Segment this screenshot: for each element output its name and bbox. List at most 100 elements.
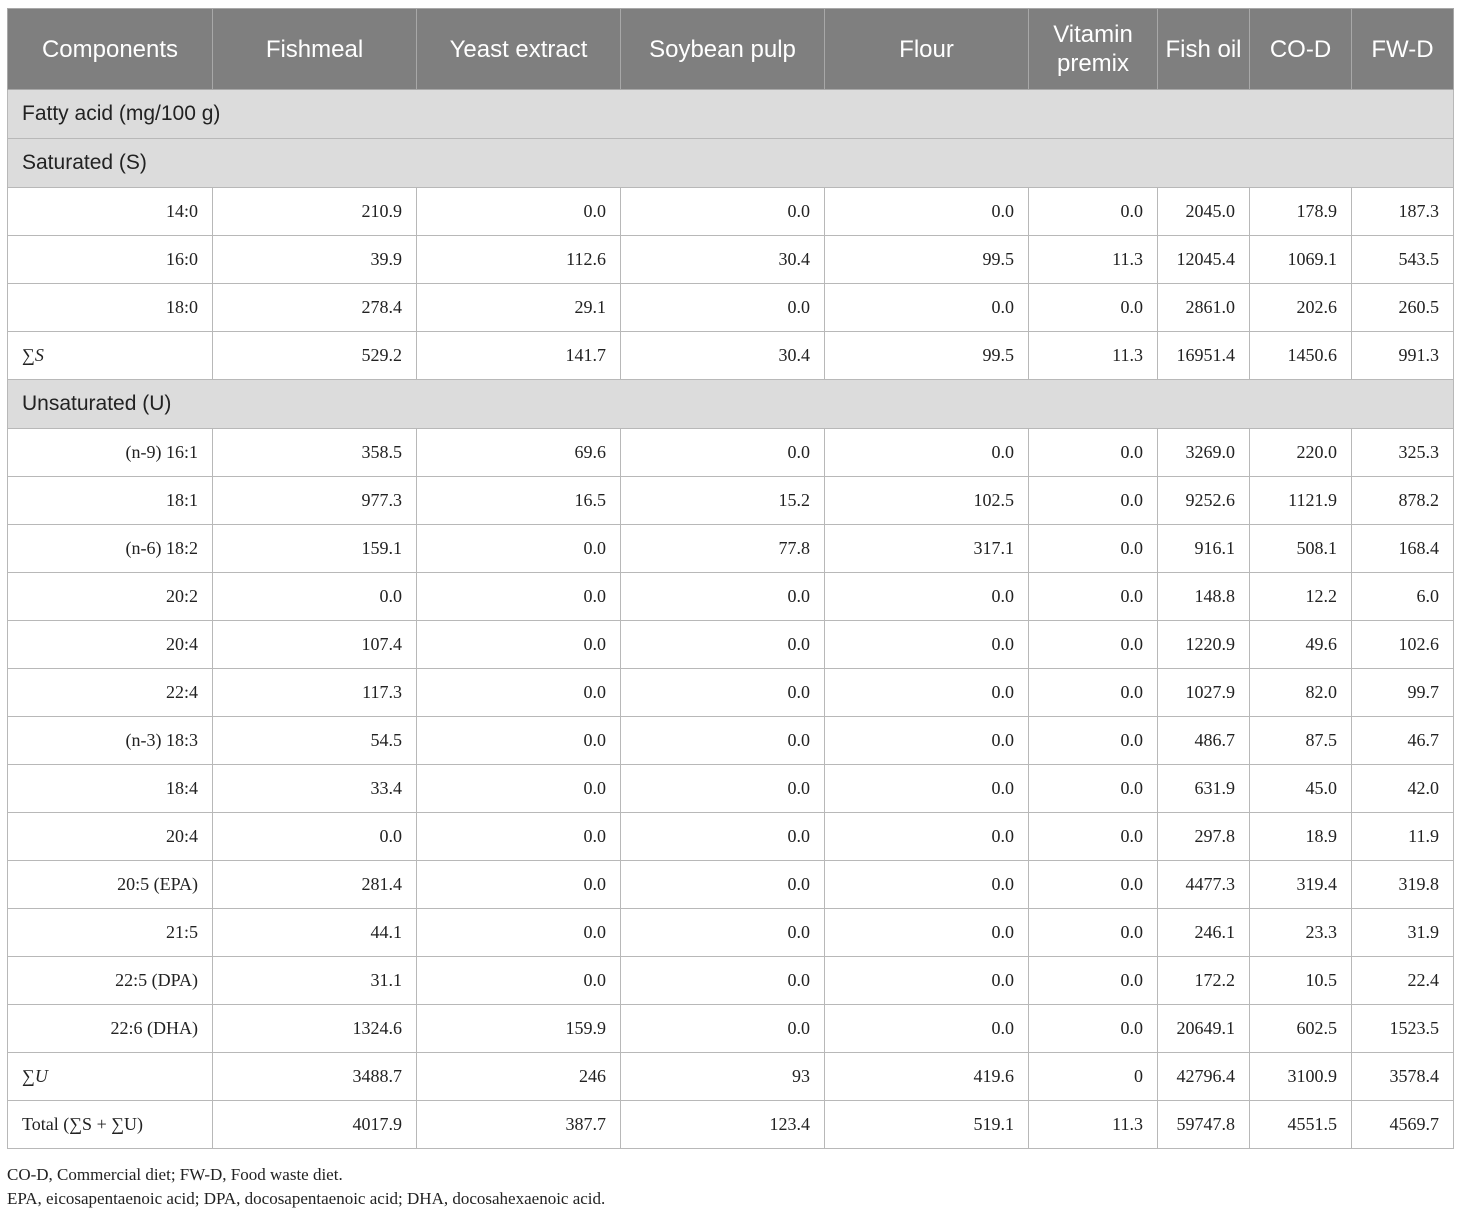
section-title-fatty-acid: Fatty acid (mg/100 g) <box>7 89 1454 139</box>
value-cell: 12.2 <box>1249 572 1352 621</box>
value-cell: 1450.6 <box>1249 331 1352 380</box>
value-cell: 246 <box>416 1052 621 1101</box>
value-cell: 46.7 <box>1351 716 1454 765</box>
value-cell: 99.5 <box>824 331 1029 380</box>
unsaturated-row: (n-9) 16:1 358.5 69.6 0.0 0.0 0.0 3269.0 220.0 3… <box>7 428 1454 477</box>
value-cell: 11.3 <box>1028 331 1158 380</box>
value-cell: 878.2 <box>1351 476 1454 525</box>
value-cell: 246.1 <box>1157 908 1250 957</box>
value-cell: 0.0 <box>620 283 825 332</box>
value-cell: 0.0 <box>416 620 621 669</box>
value-cell: 172.2 <box>1157 956 1250 1005</box>
unsaturated-row: (n-3) 18:3 54.5 0.0 0.0 0.0 0.0 486.7 87.5 46.7 <box>7 716 1454 765</box>
value-cell: 1324.6 <box>212 1004 417 1053</box>
section-row-fatty-acid: Fatty acid (mg/100 g) <box>7 89 1454 139</box>
sum-saturated-row-label: ∑S <box>7 331 213 380</box>
unsaturated-row: 20:5 (EPA) 281.4 0.0 0.0 0.0 0.0 4477.3 319.4 31… <box>7 860 1454 909</box>
value-cell: 319.8 <box>1351 860 1454 909</box>
table-body: Fatty acid (mg/100 g) Saturated (S) 14:0… <box>7 89 1454 1149</box>
unsaturated-row: 18:1 977.3 16.5 15.2 102.5 0.0 9252.6 1121.9 878… <box>7 476 1454 525</box>
unsaturated-row: 20:4 107.4 0.0 0.0 0.0 0.0 1220.9 49.6 102.6 <box>7 620 1454 669</box>
value-cell: 0.0 <box>824 956 1029 1005</box>
value-cell: 916.1 <box>1157 524 1250 573</box>
value-cell: 0.0 <box>1028 572 1158 621</box>
value-cell: 4477.3 <box>1157 860 1250 909</box>
value-cell: 297.8 <box>1157 812 1250 861</box>
value-cell: 0.0 <box>1028 812 1158 861</box>
footnote-abbreviations: EPA, eicosapentaenoic acid; DPA, docosap… <box>7 1189 606 1208</box>
header-components: Components <box>7 8 213 90</box>
value-cell: 317.1 <box>824 524 1029 573</box>
value-cell: 0.0 <box>620 860 825 909</box>
value-cell: 0.0 <box>416 812 621 861</box>
component-cell: 22:4 <box>7 668 213 717</box>
value-cell: 0.0 <box>824 428 1029 477</box>
section-row-saturated: Saturated (S) <box>7 138 1454 188</box>
value-cell: 631.9 <box>1157 764 1250 813</box>
value-cell: 0.0 <box>416 187 621 236</box>
component-cell: 20:4 <box>7 812 213 861</box>
value-cell: 2861.0 <box>1157 283 1250 332</box>
value-cell: 10.5 <box>1249 956 1352 1005</box>
value-cell: 977.3 <box>212 476 417 525</box>
value-cell: 12045.4 <box>1157 235 1250 284</box>
component-cell: 18:1 <box>7 476 213 525</box>
value-cell: 281.4 <box>212 860 417 909</box>
value-cell: 1027.9 <box>1157 668 1250 717</box>
value-cell: 325.3 <box>1351 428 1454 477</box>
value-cell: 0.0 <box>620 572 825 621</box>
value-cell: 0.0 <box>824 620 1029 669</box>
component-cell: 22:5 (DPA) <box>7 956 213 1005</box>
value-cell: 0.0 <box>620 956 825 1005</box>
component-cell: 22:6 (DHA) <box>7 1004 213 1053</box>
value-cell: 0.0 <box>416 572 621 621</box>
value-cell: 0.0 <box>824 1004 1029 1053</box>
value-cell: 0.0 <box>824 764 1029 813</box>
sum-unsaturated-row: ∑U 3488.7 246 93 419.6 0 42796.4 3100.9 3578.4 <box>7 1052 1454 1101</box>
sum-saturated-row: ∑S 529.2 141.7 30.4 99.5 11.3 16951.4 1450.6 991… <box>7 331 1454 380</box>
component-cell: 16:0 <box>7 235 213 284</box>
component-cell: 18:0 <box>7 283 213 332</box>
value-cell: 3488.7 <box>212 1052 417 1101</box>
value-cell: 3269.0 <box>1157 428 1250 477</box>
value-cell: 2045.0 <box>1157 187 1250 236</box>
value-cell: 4569.7 <box>1351 1100 1454 1149</box>
value-cell: 0.0 <box>824 716 1029 765</box>
value-cell: 23.3 <box>1249 908 1352 957</box>
value-cell: 11.9 <box>1351 812 1454 861</box>
value-cell: 0.0 <box>620 620 825 669</box>
header-fishmeal: Fishmeal <box>212 8 417 90</box>
header-flour: Flour <box>824 8 1029 90</box>
value-cell: 0 <box>1028 1052 1158 1101</box>
value-cell: 168.4 <box>1351 524 1454 573</box>
value-cell: 0.0 <box>1028 283 1158 332</box>
value-cell: 99.7 <box>1351 668 1454 717</box>
table-footnotes: CO-D, Commercial diet; FW-D, Food waste … <box>7 1163 605 1211</box>
value-cell: 0.0 <box>416 668 621 717</box>
value-cell: 319.4 <box>1249 860 1352 909</box>
saturated-row: 16:0 39.9 112.6 30.4 99.5 11.3 12045.4 1069.1 54… <box>7 235 1454 284</box>
value-cell: 0.0 <box>620 668 825 717</box>
unsaturated-row: 21:5 44.1 0.0 0.0 0.0 0.0 246.1 23.3 31.9 <box>7 908 1454 957</box>
value-cell: 141.7 <box>416 331 621 380</box>
header-yeast-extract: Yeast extract <box>416 8 621 90</box>
value-cell: 87.5 <box>1249 716 1352 765</box>
value-cell: 102.6 <box>1351 620 1454 669</box>
value-cell: 3578.4 <box>1351 1052 1454 1101</box>
component-cell: (n-3) 18:3 <box>7 716 213 765</box>
value-cell: 1069.1 <box>1249 235 1352 284</box>
value-cell: 0.0 <box>1028 668 1158 717</box>
value-cell: 0.0 <box>1028 1004 1158 1053</box>
value-cell: 602.5 <box>1249 1004 1352 1053</box>
value-cell: 0.0 <box>1028 187 1158 236</box>
value-cell: 0.0 <box>1028 860 1158 909</box>
value-cell: 0.0 <box>1028 908 1158 957</box>
value-cell: 59747.8 <box>1157 1100 1250 1149</box>
saturated-row: 18:0 278.4 29.1 0.0 0.0 0.0 2861.0 202.6 260.5 <box>7 283 1454 332</box>
value-cell: 29.1 <box>416 283 621 332</box>
value-cell: 508.1 <box>1249 524 1352 573</box>
value-cell: 3100.9 <box>1249 1052 1352 1101</box>
value-cell: 4017.9 <box>212 1100 417 1149</box>
value-cell: 9252.6 <box>1157 476 1250 525</box>
value-cell: 30.4 <box>620 235 825 284</box>
